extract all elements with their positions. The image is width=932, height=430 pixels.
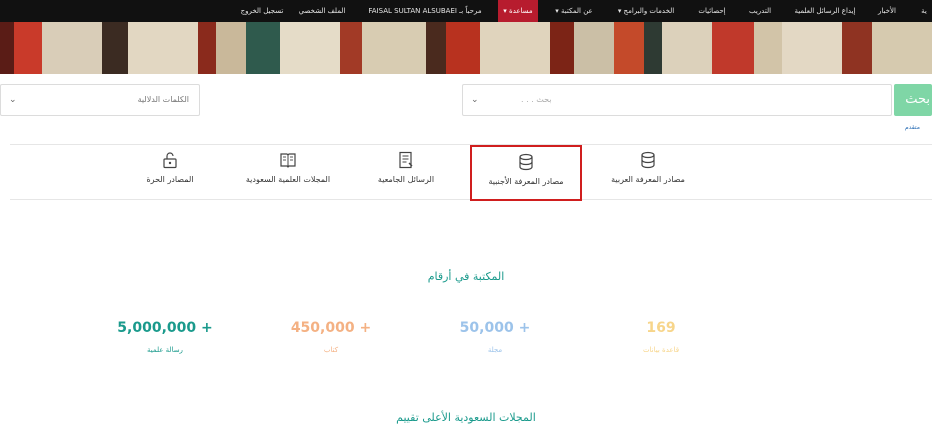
database-icon bbox=[641, 151, 655, 169]
nav-item-about-menu[interactable]: عن المكتبة ▾ bbox=[544, 0, 604, 22]
nav-item-training[interactable]: التدريب bbox=[742, 0, 778, 22]
stat-theses: 5,000,000 + رسالة علمية bbox=[90, 318, 240, 354]
stat-label: قاعدة بيانات bbox=[642, 346, 680, 354]
chevron-down-icon: ⌄ bbox=[9, 95, 17, 105]
stat-label: مجلة bbox=[487, 346, 503, 354]
advanced-search-link[interactable]: متقدم bbox=[905, 124, 920, 131]
journal-icon bbox=[280, 153, 296, 168]
unlock-icon bbox=[163, 152, 177, 169]
nav-welcome-user: مرحباً بـ FAISAL SULTAN ALSUBAEI bbox=[368, 7, 482, 15]
tab-arabic-sources[interactable]: مصادر المعرفة العربية bbox=[592, 145, 704, 201]
nav-item-statistics[interactable]: إحصائيات bbox=[688, 0, 736, 22]
stat-number: 5,000,000 + bbox=[117, 320, 213, 336]
document-icon bbox=[399, 151, 413, 169]
keywords-dropdown-label: الكلمات الدلالية bbox=[137, 95, 189, 104]
nav-item-services-menu[interactable]: الخدمات والبرامج ▾ bbox=[610, 0, 682, 22]
stat-databases: 169 قاعدة بيانات bbox=[586, 318, 736, 354]
tab-label: مصادر المعرفة الأجنبية bbox=[488, 177, 564, 186]
keywords-dropdown[interactable]: الكلمات الدلالية ⌄ bbox=[0, 84, 200, 116]
nav-item-logout[interactable]: تسجيل الخروج bbox=[236, 0, 288, 22]
tab-label: المصادر الحرة bbox=[146, 175, 194, 184]
search-input-placeholder: بحث . . . bbox=[521, 95, 552, 104]
nav-item-help-menu[interactable]: مساعدة ▾ bbox=[498, 0, 538, 22]
tab-university-theses[interactable]: الرسائل الجامعية bbox=[350, 145, 462, 201]
nav-item-news[interactable]: الأخبار bbox=[872, 0, 902, 22]
tab-foreign-sources[interactable]: مصادر المعرفة الأجنبية bbox=[470, 145, 582, 201]
database-icon bbox=[519, 153, 533, 171]
chevron-down-icon: ⌄ bbox=[471, 95, 479, 105]
stat-books: 450,000 + كتاب bbox=[256, 318, 406, 354]
tab-free-sources[interactable]: المصادر الحرة bbox=[114, 145, 226, 201]
tab-label: مصادر المعرفة العربية bbox=[611, 175, 685, 184]
nav-item-profile[interactable]: الملف الشخصي bbox=[296, 0, 348, 22]
stat-number: 50,000 + bbox=[459, 320, 531, 336]
stat-journals: 50,000 + مجلة bbox=[420, 318, 570, 354]
search-area: الكلمات الدلالية ⌄ بحث . . . ⌄ بحث bbox=[0, 74, 932, 124]
nav-item-thesis-deposit[interactable]: إيداع الرسائل العلمية bbox=[784, 0, 866, 22]
stats-section-title: المكتبة في أرقام bbox=[427, 270, 505, 283]
source-category-bar: مصادر المعرفة العربية مصادر المعرفة الأج… bbox=[10, 144, 932, 201]
search-input[interactable]: بحث . . . ⌄ bbox=[462, 84, 892, 116]
stat-label: رسالة علمية bbox=[147, 346, 183, 354]
tab-label: الرسائل الجامعية bbox=[377, 175, 435, 184]
tab-label: المجلات العلمية السعودية bbox=[245, 175, 331, 184]
nav-item-home[interactable]: ية bbox=[916, 0, 932, 22]
stat-number: 169 bbox=[646, 320, 676, 336]
tab-saudi-journals[interactable]: المجلات العلمية السعودية bbox=[232, 145, 344, 201]
stat-label: كتاب bbox=[323, 346, 339, 354]
search-button[interactable]: بحث bbox=[894, 84, 932, 116]
books-banner-image bbox=[0, 22, 932, 74]
top-rated-journals-title: المجلات السعودية الأعلى تقييم bbox=[396, 411, 536, 424]
stat-number: 450,000 + bbox=[290, 320, 372, 336]
top-navigation-bar: ية الأخبار إيداع الرسائل العلمية التدريب… bbox=[0, 0, 932, 22]
